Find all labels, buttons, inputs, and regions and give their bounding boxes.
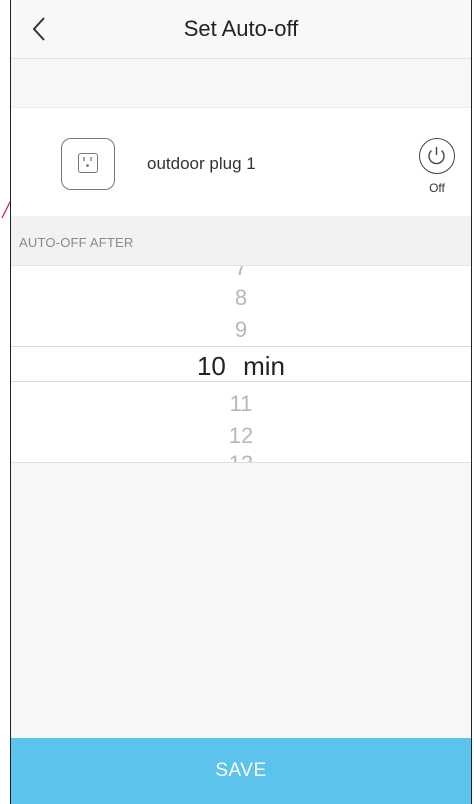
save-button[interactable]: SAVE [11, 738, 471, 804]
nav-header: Set Auto-off [11, 0, 471, 59]
phone-screen: Set Auto-off outdoor plug 1 Off AUTO-OFF… [10, 0, 472, 804]
power-button[interactable] [419, 138, 455, 174]
page-title: Set Auto-off [183, 16, 299, 41]
selected-number: 10 [196, 351, 226, 381]
minutes-picker[interactable]: 7 8 9 10 min 11 12 13 [11, 266, 471, 463]
power-icon [428, 147, 445, 165]
picker-option[interactable]: 9 [11, 318, 471, 342]
picker-option[interactable]: 8 [11, 286, 471, 310]
section-label: AUTO-OFF AFTER [19, 235, 134, 250]
device-name: outdoor plug 1 [147, 154, 256, 173]
picker-selected-value[interactable]: 10 min [11, 352, 471, 380]
picker-option[interactable]: 11 [11, 392, 471, 416]
selected-unit: min [243, 351, 286, 381]
device-row: outdoor plug 1 Off [11, 107, 471, 217]
picker-option[interactable]: 12 [11, 424, 471, 448]
section-header: AUTO-OFF AFTER [11, 216, 471, 266]
picker-option[interactable]: 13 [11, 452, 471, 463]
picker-option[interactable]: 7 [11, 266, 471, 280]
power-state-label: Off [429, 181, 445, 195]
outlet-icon [61, 138, 115, 190]
